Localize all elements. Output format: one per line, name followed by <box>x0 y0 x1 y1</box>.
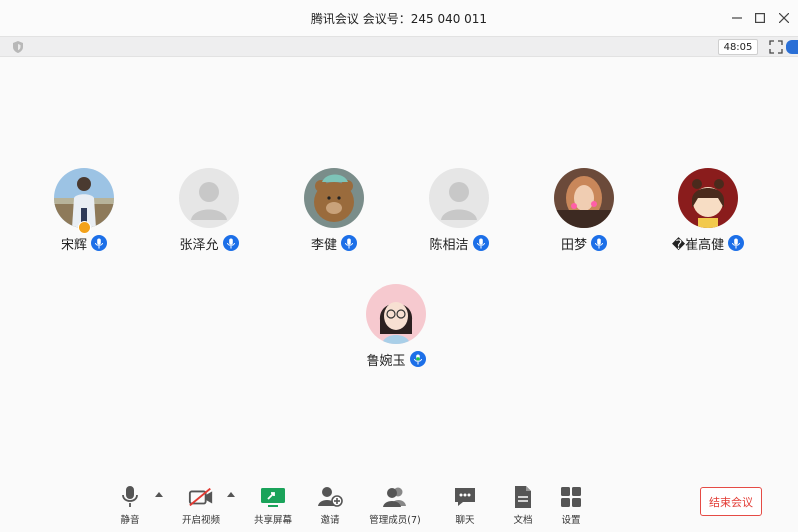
manage-members-button[interactable]: 管理成员(7) <box>365 484 425 526</box>
share-screen-icon <box>261 488 285 507</box>
host-badge <box>78 221 91 234</box>
share-screen-button[interactable]: 共享屏幕 <box>243 484 303 526</box>
shield-icon[interactable] <box>11 40 25 54</box>
control-bar: 静音 开启视频 共享屏幕 邀请 管理成员(7) 聊天 文档 设置 结束会议 <box>0 478 798 532</box>
mute-button[interactable]: 静音 <box>100 484 160 526</box>
participant-name: 宋辉 <box>60 237 87 253</box>
participant-tile: 李健 <box>279 168 389 253</box>
microphone-icon <box>591 235 607 251</box>
window-title: 腾讯会议 会议号：245 040 011 <box>310 11 488 26</box>
participant-name: 张泽允 <box>179 237 219 253</box>
end-meeting-button[interactable]: 结束会议 <box>700 487 762 516</box>
meeting-timer: 48:05 <box>718 39 758 55</box>
avatar <box>366 284 426 344</box>
participant-name: 陈相洁 <box>429 237 469 253</box>
participant-tile: 宋辉 <box>29 168 139 253</box>
avatar <box>678 168 738 228</box>
chevron-up-icon[interactable] <box>154 490 164 498</box>
microphone-speaking-icon <box>409 351 426 367</box>
microphone-icon <box>728 235 745 251</box>
settings-button[interactable]: 设置 <box>541 484 601 526</box>
microphone-icon <box>122 486 138 507</box>
add-user-icon <box>318 487 343 507</box>
participant-name: 田梦 <box>560 237 587 253</box>
participant-tile: 鲁婉玉 <box>341 284 451 369</box>
meeting-info-bar: 48:05 <box>0 36 798 57</box>
avatar <box>179 168 239 228</box>
participant-tile: 张泽允 <box>154 168 264 253</box>
chat-icon <box>455 488 475 506</box>
document-icon <box>515 486 531 508</box>
maximize-icon <box>755 13 765 23</box>
avatar <box>54 168 114 228</box>
microphone-icon <box>91 235 107 251</box>
avatar <box>429 168 489 228</box>
microphone-icon <box>222 235 239 251</box>
invite-button[interactable]: 邀请 <box>300 484 360 526</box>
participant-name: 李健 <box>310 237 337 253</box>
avatar <box>554 168 614 228</box>
avatar <box>304 168 364 228</box>
close-icon <box>779 13 789 23</box>
participant-tile: 田梦 <box>529 168 639 253</box>
participant-tile: 陈相洁 <box>404 168 514 253</box>
participant-name: �崔高健 <box>671 237 725 253</box>
close-button[interactable] <box>770 0 798 36</box>
participant-name: 鲁婉玉 <box>366 353 406 369</box>
members-icon <box>383 487 406 507</box>
minimize-icon <box>732 17 742 19</box>
chat-button[interactable]: 聊天 <box>435 484 495 526</box>
title-bar: 腾讯会议 会议号：245 040 011 <box>0 0 798 36</box>
grid-icon <box>561 487 581 507</box>
video-off-icon <box>188 487 213 507</box>
side-panel-handle[interactable] <box>786 40 798 54</box>
start-video-button[interactable]: 开启视频 <box>171 484 231 526</box>
participant-tile: �崔高健 <box>653 168 763 253</box>
chevron-up-icon[interactable] <box>226 490 236 498</box>
fullscreen-icon[interactable] <box>769 40 783 54</box>
microphone-icon <box>341 235 357 251</box>
microphone-icon <box>472 235 489 251</box>
